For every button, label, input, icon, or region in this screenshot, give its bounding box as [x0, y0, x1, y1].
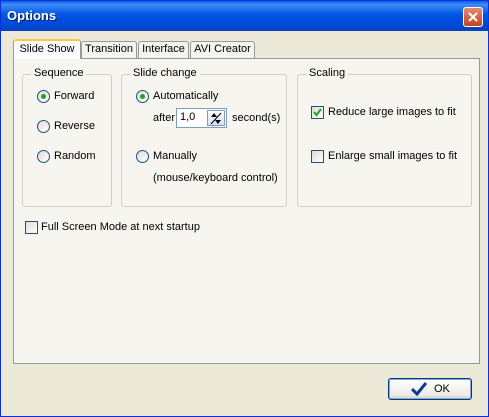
window-title: Options — [7, 8, 57, 23]
manual-hint: (mouse/keyboard control) — [153, 172, 278, 184]
enlarge-label[interactable]: Enlarge small images to fit — [328, 150, 457, 162]
fullscreen-checkbox[interactable] — [25, 221, 38, 234]
radio-selected-dot — [41, 94, 46, 99]
enlarge-checkbox[interactable] — [311, 150, 324, 163]
radio-selected-dot — [140, 94, 145, 99]
after-label: after — [153, 112, 176, 124]
radio-automatically[interactable] — [136, 90, 149, 103]
radio-manually[interactable] — [136, 150, 149, 163]
manually-label[interactable]: Manually — [153, 150, 197, 162]
scaling-title: Scaling — [306, 67, 349, 79]
tab-transition[interactable]: Transition — [81, 41, 137, 58]
random-label[interactable]: Random — [54, 150, 96, 162]
reverse-label[interactable]: Reverse — [54, 120, 95, 132]
spin-button[interactable] — [207, 110, 225, 126]
options-dialog: Options Slide Show Transition Interface … — [0, 0, 489, 417]
slide-show-panel: Sequence Forward Reverse Random Slide ch… — [13, 58, 480, 364]
spin-arrows-icon — [210, 112, 222, 125]
radio-reverse[interactable] — [37, 120, 50, 133]
ok-label: OK — [434, 383, 450, 395]
radio-forward[interactable] — [37, 90, 50, 103]
checkmark-icon — [411, 382, 427, 396]
close-button[interactable] — [463, 7, 483, 27]
fullscreen-label[interactable]: Full Screen Mode at next startup — [41, 221, 200, 233]
slide-change-title: Slide change — [130, 67, 200, 79]
slide-change-group: Slide change Automatically after 1,0 sec… — [121, 67, 287, 207]
automatically-label[interactable]: Automatically — [153, 90, 218, 102]
ok-button[interactable]: OK — [388, 378, 472, 400]
scaling-group: Scaling Reduce large images to fit Enlar… — [297, 67, 472, 207]
reduce-checkbox[interactable] — [311, 106, 324, 119]
close-icon — [468, 12, 478, 22]
interval-value[interactable]: 1,0 — [180, 111, 195, 123]
title-bar[interactable]: Options — [1, 1, 488, 31]
sequence-group: Sequence Forward Reverse Random — [22, 67, 112, 207]
tab-interface[interactable]: Interface — [138, 41, 189, 58]
tab-avi-creator[interactable]: AVI Creator — [190, 41, 255, 58]
reduce-label[interactable]: Reduce large images to fit — [328, 106, 456, 118]
seconds-label: second(s) — [232, 112, 281, 124]
interval-spinner[interactable]: 1,0 — [176, 108, 227, 128]
tab-slide-show[interactable]: Slide Show — [13, 39, 81, 59]
forward-label[interactable]: Forward — [54, 90, 94, 102]
checkmark-icon — [313, 108, 322, 117]
radio-random[interactable] — [37, 150, 50, 163]
sequence-title: Sequence — [31, 67, 87, 79]
